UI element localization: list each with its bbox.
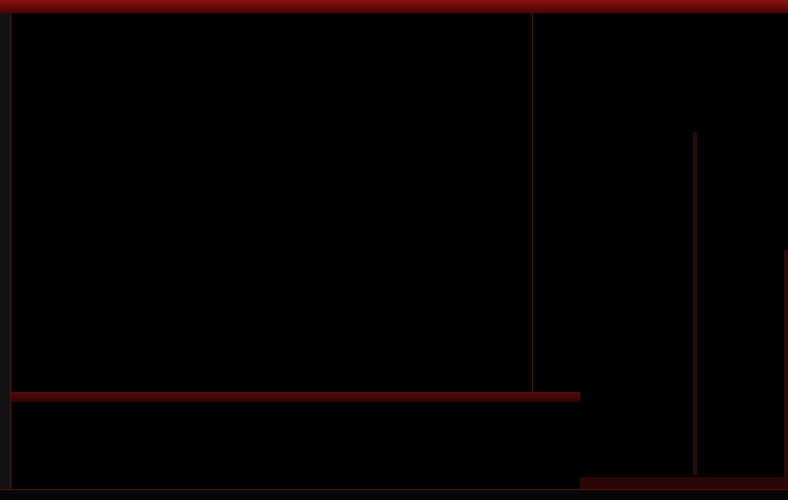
quote-panel xyxy=(580,13,788,477)
quote-bottom-tabs xyxy=(580,477,788,489)
chart-bottom-tabs xyxy=(10,392,580,402)
left-sidebar xyxy=(0,13,11,489)
top-menu-bar xyxy=(0,0,788,13)
price-axis xyxy=(532,13,582,392)
indicator-header xyxy=(10,13,532,24)
date-axis xyxy=(10,380,532,392)
buy-queue-table xyxy=(288,402,580,488)
status-bar xyxy=(0,489,788,500)
minute-list-scrollbar[interactable] xyxy=(784,250,788,477)
tick-list-scrollbar[interactable] xyxy=(693,132,697,475)
sell-queue-table xyxy=(10,402,284,488)
trading-terminal xyxy=(0,0,788,500)
candlestick-chart[interactable] xyxy=(10,24,532,380)
